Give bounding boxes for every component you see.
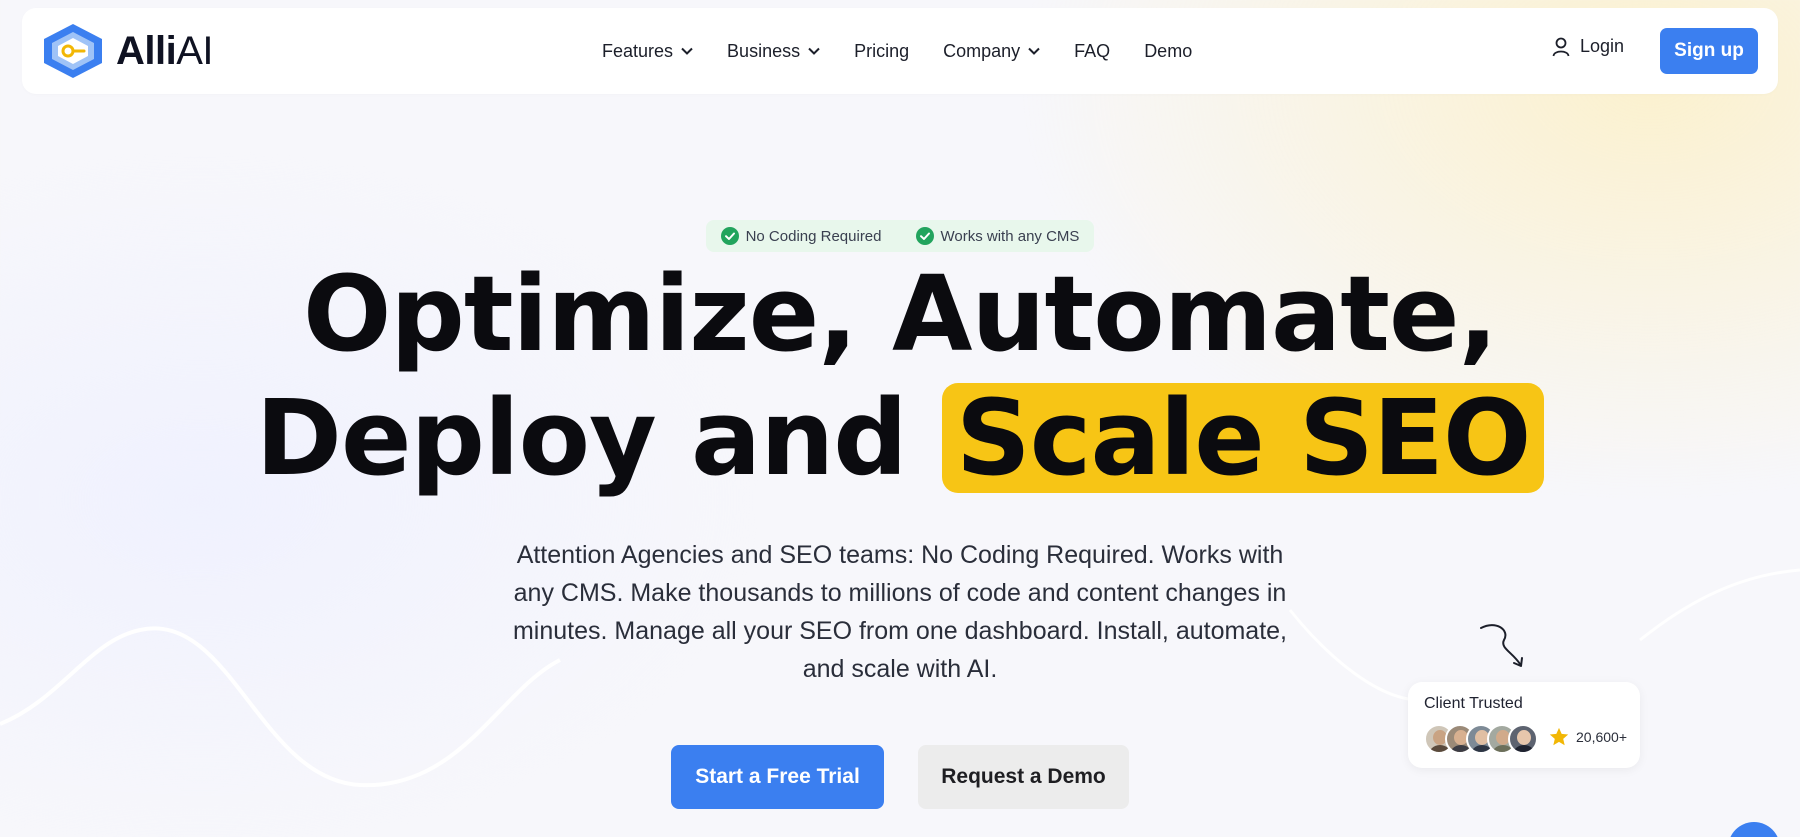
- feature-pills: No Coding Required Works with any CMS: [706, 220, 1094, 252]
- client-trusted-card: Client Trusted 20,600+: [1408, 682, 1640, 768]
- login-label: Login: [1580, 36, 1625, 56]
- nav-item-faq[interactable]: FAQ: [1074, 41, 1110, 62]
- nav-item-label: Business: [727, 40, 801, 61]
- pill-any-cms: Works with any CMS: [915, 227, 1080, 245]
- avatar: [1508, 724, 1538, 754]
- nav-item-label: FAQ: [1074, 40, 1111, 61]
- nav-item-business[interactable]: Business: [727, 41, 820, 62]
- headline-line-1: Optimize, Automate,: [302, 253, 1498, 375]
- headline-line-2: Deploy and Scale SEO: [0, 376, 1800, 500]
- chevron-down-icon: [1028, 47, 1040, 55]
- client-count: 20,600+: [1576, 729, 1627, 745]
- check-circle-icon: [915, 227, 934, 245]
- chat-widget-button[interactable]: [1728, 822, 1780, 837]
- nav-item-label: Features: [602, 40, 674, 61]
- pill-label: Works with any CMS: [940, 227, 1080, 245]
- brand-logo[interactable]: AlliAI: [40, 22, 214, 80]
- star-icon: [1549, 727, 1569, 746]
- client-card-title: Client Trusted: [1424, 695, 1523, 712]
- chevron-down-icon: [808, 47, 820, 55]
- hero-headline: Optimize, Automate, Deploy and Scale SEO: [0, 252, 1800, 500]
- signup-button[interactable]: Sign up: [1660, 28, 1758, 74]
- user-icon: [1552, 37, 1570, 56]
- nav-item-label: Company: [943, 40, 1021, 61]
- pill-no-coding: No Coding Required: [720, 227, 882, 245]
- nav-item-label: Demo: [1144, 40, 1193, 61]
- chevron-down-icon: [681, 47, 693, 55]
- nav-item-pricing[interactable]: Pricing: [854, 41, 909, 62]
- nav-item-demo[interactable]: Demo: [1144, 41, 1192, 62]
- nav-item-features[interactable]: Features: [602, 41, 693, 62]
- headline-line-2-text: Deploy and: [255, 377, 908, 499]
- alli-ai-logo-icon: [44, 24, 102, 78]
- top-navigation-bar: AlliAI Features Business Pricing Company…: [22, 8, 1778, 94]
- nav-item-company[interactable]: Company: [943, 41, 1040, 62]
- start-free-trial-button[interactable]: Start a Free Trial: [671, 745, 884, 809]
- request-demo-button[interactable]: Request a Demo: [918, 745, 1129, 809]
- headline-highlight: Scale SEO: [941, 383, 1545, 493]
- brand-wordmark: AlliAI: [116, 28, 214, 73]
- hero-subtext: Attention Agencies and SEO teams: No Cod…: [512, 541, 1288, 683]
- curved-arrow-icon: [1480, 624, 1523, 667]
- check-circle-icon: [720, 227, 739, 245]
- pill-label: No Coding Required: [745, 227, 882, 245]
- main-nav: Features Business Pricing Company FAQ De…: [602, 8, 1192, 94]
- client-avatar-stack: [1424, 724, 1538, 754]
- nav-item-label: Pricing: [854, 40, 910, 61]
- login-link[interactable]: Login: [1552, 36, 1624, 57]
